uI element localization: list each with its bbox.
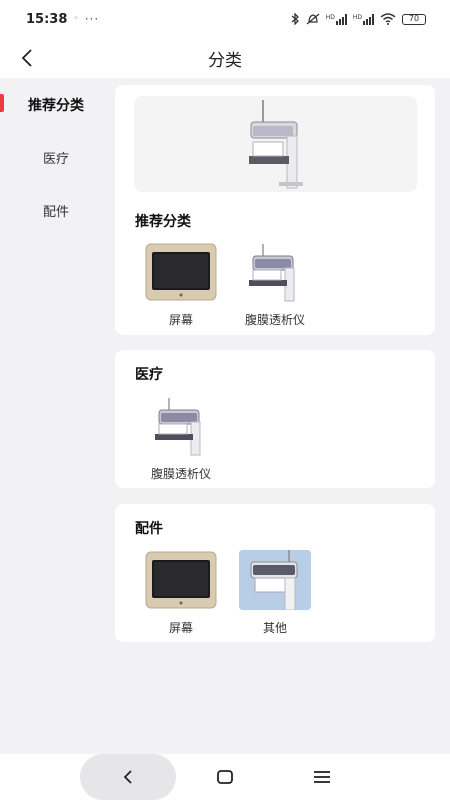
sidebar-item-label: 推荐分类 <box>28 97 84 114</box>
notification-dot-icon: ◦ <box>73 14 79 24</box>
bluetooth-icon <box>291 13 299 25</box>
sidebar-item-recommended[interactable]: 推荐分类 <box>0 78 112 131</box>
cell-signal-2: HD <box>352 13 374 25</box>
dialysis-machine-icon <box>145 396 217 456</box>
dialysis-machine-icon <box>239 242 311 302</box>
section-title-accessories: 配件 <box>135 521 163 537</box>
status-bar: 15:38 ◦ ··· HD HD 70 <box>0 0 450 38</box>
more-notifications-icon: ··· <box>84 12 100 26</box>
system-recents-button[interactable] <box>309 766 335 788</box>
category-item-label: 屏幕 <box>168 313 193 327</box>
chevron-left-icon <box>123 770 132 784</box>
screen-product-icon <box>145 242 217 302</box>
sidebar-item-medical[interactable]: 医疗 <box>0 131 112 184</box>
accessories-section: 配件 屏幕 其他 <box>115 504 435 642</box>
battery-icon: 70 <box>402 13 426 25</box>
home-square-icon <box>217 770 233 784</box>
category-item-dialysis[interactable]: 腹膜透析仪 <box>139 396 223 482</box>
wifi-icon <box>380 13 396 25</box>
category-item-label: 腹膜透析仪 <box>244 313 305 327</box>
category-item-screen[interactable]: 屏幕 <box>139 550 223 636</box>
medical-section: 医疗 腹膜透析仪 <box>115 350 435 488</box>
screen-product-icon <box>145 550 217 610</box>
section-title-recommended: 推荐分类 <box>135 214 191 230</box>
category-sidebar: 推荐分类 医疗 配件 <box>0 78 112 754</box>
category-item-label: 腹膜透析仪 <box>150 467 211 481</box>
category-content: 推荐分类 屏幕 腹膜透析仪 医疗 腹膜透析仪 配件 屏幕 其他 <box>115 78 440 754</box>
category-item-dialysis[interactable]: 腹膜透析仪 <box>233 242 317 328</box>
status-right: HD HD 70 <box>290 13 426 25</box>
mute-icon <box>306 13 320 25</box>
active-indicator <box>0 94 4 112</box>
system-back-button[interactable] <box>80 754 176 800</box>
nav-bar: 分类 <box>0 38 450 78</box>
sidebar-item-label: 医疗 <box>42 152 69 167</box>
sidebar-item-label: 配件 <box>42 205 69 220</box>
banner-image[interactable] <box>134 96 417 192</box>
category-item-other[interactable]: 其他 <box>233 550 317 636</box>
system-navigation-bar <box>0 754 450 800</box>
cell-signal-1: HD <box>325 13 347 25</box>
page-title: 分类 <box>208 50 242 71</box>
hd-label-1: HD <box>325 13 335 21</box>
back-button[interactable] <box>14 44 40 72</box>
section-title-medical: 医疗 <box>135 367 163 383</box>
signal-bars-1-icon <box>335 13 347 25</box>
dialysis-machine-banner-icon <box>248 100 303 189</box>
system-home-button[interactable] <box>214 766 236 788</box>
signal-bars-2-icon <box>363 13 374 25</box>
hd-label-2: HD <box>352 13 362 21</box>
category-item-screen[interactable]: 屏幕 <box>139 242 223 328</box>
sidebar-item-accessories[interactable]: 配件 <box>0 184 112 237</box>
status-time: 15:38 <box>26 11 68 27</box>
status-left: 15:38 ◦ ··· <box>26 12 99 27</box>
category-item-label: 屏幕 <box>168 621 193 635</box>
menu-lines-icon <box>314 771 330 783</box>
chevron-left-icon <box>21 49 32 67</box>
category-item-label: 其他 <box>262 621 287 635</box>
other-product-icon <box>239 550 311 610</box>
recommended-section: 推荐分类 屏幕 腹膜透析仪 <box>115 85 435 335</box>
